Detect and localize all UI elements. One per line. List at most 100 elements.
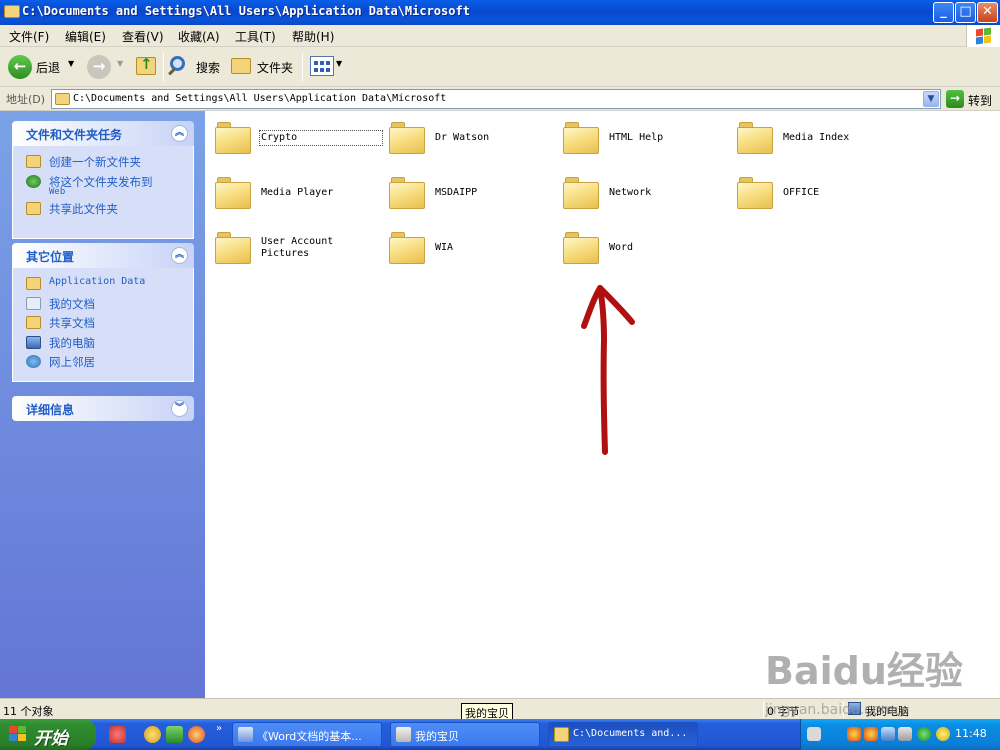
- taskbar-button-label: C:\Documents and...: [573, 728, 688, 739]
- task-label-web: Web: [49, 187, 66, 197]
- qq-icon[interactable]: [864, 727, 878, 741]
- place-label: Application Data: [49, 276, 146, 287]
- folder-label: Word: [609, 242, 634, 253]
- folder-icon: [55, 93, 70, 105]
- minimize-button[interactable]: _: [933, 2, 954, 23]
- start-label: 开始: [34, 729, 68, 749]
- views-icon: [310, 56, 334, 76]
- menu-help[interactable]: 帮助(H): [292, 28, 334, 45]
- quicklaunch-more-icon[interactable]: »: [216, 723, 222, 734]
- folder-item[interactable]: Dr Watson: [389, 121, 559, 165]
- folder-item[interactable]: User Account Pictures: [215, 231, 385, 275]
- folder-item[interactable]: MSDAIPP: [389, 176, 559, 220]
- folder-label: OFFICE: [783, 187, 820, 198]
- panel-title: 文件和文件夹任务: [26, 128, 123, 142]
- panel-body: Application Data 我的文档 共享文档 我的电脑 网上邻居: [12, 268, 194, 382]
- share-folder-icon: [26, 202, 41, 215]
- task-label: 创建一个新文件夹: [49, 155, 141, 169]
- menu-file[interactable]: 文件(F): [9, 28, 49, 45]
- search-button[interactable]: 搜索: [168, 55, 224, 79]
- publish-web-icon: [26, 175, 41, 188]
- folder-item[interactable]: HTML Help: [563, 121, 733, 165]
- quicklaunch-desktop-icon[interactable]: [166, 726, 183, 743]
- folder-label: WIA: [435, 242, 454, 253]
- address-bar: 地址(D) C:\Documents and Settings\All User…: [0, 87, 1000, 111]
- taskbar-button-explorer[interactable]: C:\Documents and...: [548, 722, 698, 747]
- window-title: C:\Documents and Settings\All Users\Appl…: [22, 4, 470, 18]
- go-button[interactable]: → 转到: [946, 89, 998, 109]
- my-computer-icon: [26, 336, 41, 349]
- maximize-button[interactable]: □: [955, 2, 976, 23]
- quicklaunch-app-icon[interactable]: [109, 726, 126, 743]
- browser-icon: [238, 727, 253, 742]
- menu-edit[interactable]: 编辑(E): [65, 28, 106, 45]
- folder-icon: [563, 176, 600, 209]
- collapse-chevron-icon[interactable]: ︽: [171, 125, 188, 142]
- image-viewer-icon: [396, 727, 411, 742]
- folder-item[interactable]: WIA: [389, 231, 559, 275]
- menu-tools[interactable]: 工具(T): [235, 28, 276, 45]
- folder-icon: [4, 5, 20, 18]
- close-button[interactable]: ✕: [977, 2, 998, 23]
- title-bar: C:\Documents and Settings\All Users\Appl…: [0, 0, 1000, 25]
- folder-icon: [389, 176, 426, 209]
- windows-logo-icon: [9, 726, 27, 743]
- go-label: 转到: [968, 94, 993, 108]
- back-dropdown-icon[interactable]: ▼: [68, 59, 74, 68]
- add-icon[interactable]: [936, 727, 950, 741]
- panel-title: 其它位置: [26, 250, 75, 264]
- expand-chevron-icon[interactable]: ︾: [171, 400, 188, 417]
- keyboard-icon[interactable]: [807, 727, 821, 741]
- baidu-watermark: Baidu经验 jingyan.baidu.com: [765, 640, 995, 720]
- taskbar-button-label: 我的宝贝: [415, 730, 459, 743]
- folder-item[interactable]: OFFICE: [737, 176, 907, 220]
- qq-icon[interactable]: [847, 727, 861, 741]
- menu-favorites[interactable]: 收藏(A): [178, 28, 220, 45]
- collapse-chevron-icon[interactable]: ︽: [171, 247, 188, 264]
- folder-item[interactable]: Media Index: [737, 121, 907, 165]
- folder-item[interactable]: Media Player: [215, 176, 385, 220]
- quicklaunch-browser-icon[interactable]: [188, 726, 205, 743]
- folder-icon: [389, 231, 426, 264]
- forward-button[interactable]: → ▼: [87, 55, 127, 79]
- panel-header[interactable]: 其它位置 ︽: [12, 243, 194, 268]
- taskbar-button-my-baby[interactable]: 我的宝贝: [390, 722, 540, 747]
- place-label: 我的电脑: [49, 336, 95, 350]
- folder-icon: [215, 121, 252, 154]
- folder-icon: [389, 121, 426, 154]
- folder-label: MSDAIPP: [435, 187, 478, 198]
- folder-label: HTML Help: [609, 132, 664, 143]
- status-object-count: 11 个对象: [3, 705, 54, 718]
- folder-icon: [563, 121, 600, 154]
- address-label: 地址(D): [6, 93, 46, 106]
- folder-item[interactable]: Crypto: [215, 121, 385, 165]
- windows-flag-icon: [966, 25, 1000, 47]
- taskbar-button-word-doc[interactable]: 《Word文档的基本...: [232, 722, 382, 747]
- toolbar-separator: [302, 53, 303, 81]
- menu-bar: 文件(F) 编辑(E) 查看(V) 收藏(A) 工具(T) 帮助(H): [0, 25, 1000, 47]
- up-arrow-icon: ↑: [140, 55, 153, 73]
- network-icon[interactable]: [881, 727, 895, 741]
- folder-item[interactable]: Network: [563, 176, 733, 220]
- folder-label: Crypto: [259, 130, 383, 146]
- watermark-logo: Baidu经验: [765, 649, 963, 693]
- taskbar: 开始 » 《Word文档的基本... 我的宝贝 C:\Documents and…: [0, 719, 1000, 750]
- start-button[interactable]: 开始: [0, 719, 96, 750]
- volume-icon[interactable]: [898, 727, 912, 741]
- place-label: 我的文档: [49, 297, 95, 311]
- folder-icon: [554, 727, 569, 742]
- folders-button[interactable]: 文件夹: [231, 55, 297, 79]
- panel-header[interactable]: 文件和文件夹任务 ︽: [12, 121, 194, 146]
- address-input[interactable]: C:\Documents and Settings\All Users\Appl…: [51, 89, 941, 109]
- security-shield-icon[interactable]: [917, 727, 931, 741]
- views-dropdown-icon[interactable]: ▼: [336, 59, 342, 68]
- back-button[interactable]: ← 后退 ▼: [8, 55, 78, 79]
- views-button[interactable]: ▼: [310, 55, 344, 79]
- quicklaunch-add-icon[interactable]: [144, 726, 161, 743]
- folder-label: Network: [609, 187, 652, 198]
- panel-header[interactable]: 详细信息 ︾: [12, 396, 194, 421]
- address-dropdown-icon[interactable]: ▼: [923, 91, 939, 107]
- menu-view[interactable]: 查看(V): [122, 28, 164, 45]
- up-folder-button[interactable]: ↑: [134, 55, 158, 79]
- folder-item[interactable]: Word: [563, 231, 733, 275]
